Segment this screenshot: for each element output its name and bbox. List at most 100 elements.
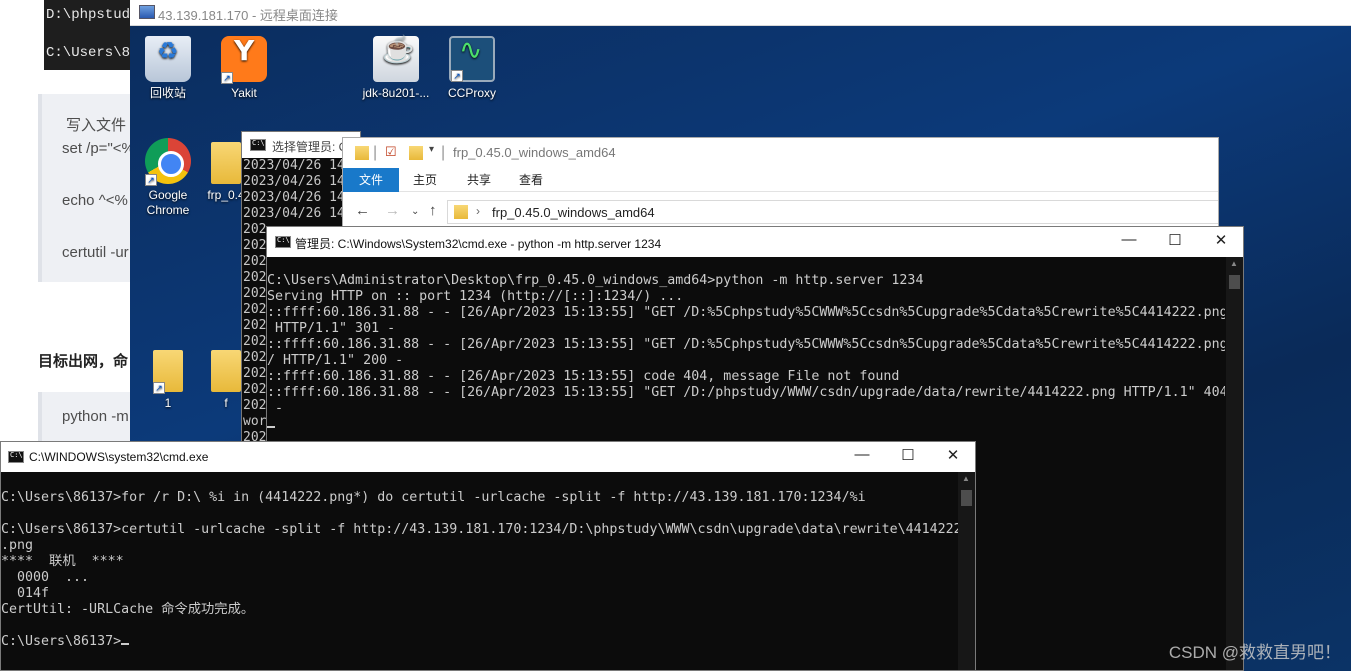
address-bar[interactable]: › frp_0.45.0_windows_amd64 [447,200,1218,224]
rdp-title: 43.139.181.170 - 远程桌面连接 [158,8,338,23]
tab-share[interactable]: 共享 [457,168,501,192]
text-cursor [121,643,130,645]
explorer-title: frp_0.45.0_windows_amd64 [453,145,616,160]
terminal-line: / HTTP/1.1" 200 - [267,353,404,368]
article-code-line: C:\Users\86 [46,45,139,61]
recycle-bin-icon [145,36,191,82]
minimize-button[interactable]: — [1106,231,1152,248]
folder-icon [355,146,369,160]
terminal-line: C:\Users\Administrator\Desktop\frp_0.45.… [267,273,924,288]
desktop-icon-label: 回收站 [149,86,186,100]
properties-icon[interactable]: ☑ [385,144,397,160]
cmd-server-title-bar[interactable]: 管理员: C:\Windows\System32\cmd.exe - pytho… [267,227,1243,257]
desktop-icon-label: Yakit [231,86,257,100]
back-arrow-icon[interactable]: ← [355,202,370,219]
terminal-line: HTTP/1.1" 301 - [267,321,396,336]
tab-file[interactable]: 文件 [343,168,399,192]
terminal-line: ::ffff:60.186.31.88 - - [26/Apr/2023 15:… [267,385,1225,400]
terminal-line: Serving HTTP on :: port 1234 (http://[::… [267,289,684,304]
terminal-line: 0000 ... [1,570,90,585]
rdp-title-bar[interactable]: 43.139.181.170 - 远程桌面连接 [130,0,1351,26]
minimize-button[interactable]: — [839,446,885,463]
cmd-server-title: 管理员: C:\Windows\System32\cmd.exe - pytho… [295,237,662,251]
explorer-ribbon: 文件 主页 共享 查看 [343,168,1218,192]
cmd-client-title-bar[interactable]: C:\WINDOWS\system32\cmd.exe — ☐ ✕ [1,442,975,472]
close-button[interactable]: ✕ [930,446,976,464]
csdn-watermark: CSDN @救救直男吧！ [1168,643,1341,662]
desktop-icon-label: CCProxy [447,86,496,100]
remote-desktop-icon [139,5,155,19]
scroll-up-icon[interactable]: ▲ [962,474,970,483]
explorer-quick-access-toolbar: | ☑ ▾ | frp_0.45.0_windows_amd64 [343,138,1218,168]
desktop-icon-recycle-bin[interactable]: 回收站 [130,36,206,101]
close-button[interactable]: ✕ [1198,231,1244,249]
article-quote-line: echo ^<% [62,192,128,209]
explorer-address-row: ← → ⌄ ↑ › frp_0.45.0_windows_amd64 [343,198,1218,226]
terminal-line: **** 联机 **** [1,554,124,569]
desktop-icon-ccproxy[interactable]: ↗ CCProxy [434,36,510,101]
toolbar-separator: | [373,144,378,161]
desktop-icon-yakit[interactable]: ↗ Yakit [206,36,282,101]
tab-home[interactable]: 主页 [403,168,447,192]
scroll-up-icon[interactable]: ▲ [1230,259,1238,268]
article-quote-line: set /p="<% [62,140,135,157]
chrome-icon: ↗ [145,138,191,186]
chevron-down-icon[interactable]: ▾ [429,144,434,155]
article-quote-line: certutil -ur [62,244,129,261]
shortcut-arrow-icon: ↗ [145,174,157,186]
terminal-line: C:\Users\86137>certutil -urlcache -split… [1,522,959,537]
shortcut-arrow-icon: ↗ [153,382,165,394]
terminal-line: 014f [1,586,50,601]
terminal-line: ::ffff:60.186.31.88 - - [26/Apr/2023 15:… [267,369,900,384]
tab-view[interactable]: 查看 [509,168,553,192]
desktop-icon-chrome[interactable]: ↗ Google Chrome [130,138,206,218]
shortcut-arrow-icon: ↗ [221,72,233,84]
article-quote-block: 写入文件 set /p="<% echo ^<% certutil -ur [38,94,138,282]
recent-locations-icon[interactable]: ⌄ [411,206,419,217]
scrollbar-thumb[interactable] [961,490,972,506]
article-code-line: D:\phpstudy [46,7,139,23]
text-cursor [267,426,275,428]
desktop-icon-folder-1[interactable]: ↗ 1 [130,350,206,411]
cmd-server-output: C:\Users\Administrator\Desktop\frp_0.45.… [267,273,1225,433]
scrollbar[interactable]: ▲ [1226,257,1243,670]
maximize-button[interactable]: ☐ [1152,231,1198,249]
folder-icon: ↗ [153,350,183,394]
desktop-icon-label: jdk-8u201-... [362,86,430,100]
maximize-button[interactable]: ☐ [885,446,931,464]
terminal-line [267,417,1225,433]
terminal-line: .png [1,538,34,553]
address-path: frp_0.45.0_windows_amd64 [492,205,655,220]
terminal-line: CertUtil: -URLCache 命令成功完成。 [1,602,255,617]
cmd-client-output: C:\Users\86137>for /r D:\ %i in (4414222… [1,490,959,650]
toolbar-separator: | [441,144,446,161]
cmd-client-window[interactable]: C:\WINDOWS\system32\cmd.exe — ☐ ✕ C:\Use… [0,441,976,671]
file-explorer-window[interactable]: | ☑ ▾ | frp_0.45.0_windows_amd64 文件 主页 共… [342,137,1219,227]
folder-icon [454,205,468,219]
folder-icon [211,142,241,184]
yakit-icon: ↗ [221,36,267,84]
article-heading: 目标出网，命 [38,353,129,370]
desktop-icon-label: Google Chrome [146,188,190,217]
desktop-icon-label: 1 [164,396,172,410]
ccproxy-icon: ↗ [449,36,495,82]
article-quote-line: python -m [62,408,129,425]
article-quote-line: 写入文件 [66,117,127,134]
scrollbar[interactable]: ▲ [958,472,975,670]
up-arrow-icon[interactable]: ↑ [429,202,437,219]
folder-icon [211,350,241,392]
desktop-icon-jdk[interactable]: jdk-8u201-... [358,36,434,101]
cmd-icon [275,236,291,248]
terminal-line: C:\Users\86137>for /r D:\ %i in (4414222… [1,490,866,505]
scrollbar-thumb[interactable] [1229,275,1240,289]
new-folder-icon[interactable] [409,146,423,160]
terminal-line: - [267,401,284,416]
forward-arrow-icon[interactable]: → [385,202,400,219]
cmd-admin-title: 选择管理员: C [272,140,348,154]
terminal-line: ::ffff:60.186.31.88 - - [26/Apr/2023 15:… [267,337,1225,352]
desktop-icon-folder-f[interactable]: f [206,350,246,411]
cmd-client-title: C:\WINDOWS\system32\cmd.exe [29,450,209,464]
chevron-right-icon[interactable]: › [476,204,480,218]
